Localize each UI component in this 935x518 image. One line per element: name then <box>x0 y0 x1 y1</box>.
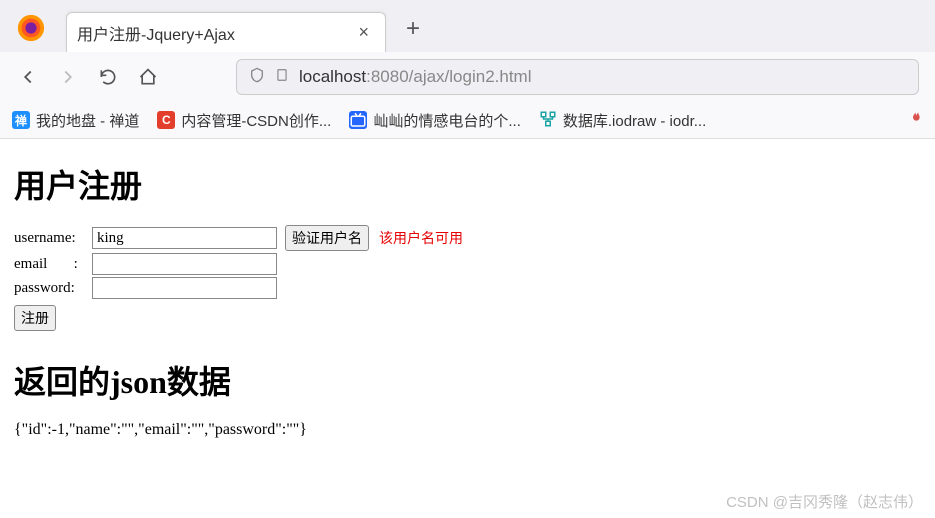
json-heading: 返回的json数据 <box>14 357 921 403</box>
username-status-msg: 该用户名可用 <box>379 228 463 248</box>
bookmark-label: 内容管理-CSDN创作... <box>181 110 331 131</box>
email-input[interactable] <box>92 253 277 275</box>
bookmark-icon: 禅 <box>12 111 30 129</box>
close-tab-icon[interactable]: × <box>352 22 375 43</box>
password-input[interactable] <box>92 277 277 299</box>
bookmark-label: 屾屾的情感电台的个... <box>373 110 521 131</box>
iodraw-icon <box>539 110 557 131</box>
page-content: 用户注册 username: 验证用户名 该用户名可用 email : pass… <box>0 139 935 451</box>
url-text: localhost:8080/ajax/login2.html <box>299 67 532 87</box>
email-label: email : <box>14 256 92 273</box>
bookmark-label: 我的地盘 - 禅道 <box>36 110 139 131</box>
username-label: username: <box>14 230 92 247</box>
back-button[interactable] <box>16 65 40 89</box>
username-input[interactable] <box>92 227 277 249</box>
bookmark-icon: C <box>157 111 175 129</box>
bookmarks-bar: 禅 我的地盘 - 禅道 C 内容管理-CSDN创作... 屾屾的情感电台的个..… <box>0 102 935 138</box>
bookmark-item[interactable]: 禅 我的地盘 - 禅道 <box>12 110 139 131</box>
reload-button[interactable] <box>96 65 120 89</box>
bookmark-item[interactable]: C 内容管理-CSDN创作... <box>157 110 331 131</box>
forward-button[interactable] <box>56 65 80 89</box>
bookmark-label: 数据库.iodraw - iodr... <box>563 110 706 131</box>
firefox-logo-icon <box>16 13 46 43</box>
home-button[interactable] <box>136 65 160 89</box>
register-button[interactable]: 注册 <box>14 305 56 331</box>
new-tab-button[interactable]: + <box>394 15 432 43</box>
bookmark-item[interactable]: 屾屾的情感电台的个... <box>349 110 521 131</box>
flame-icon[interactable] <box>907 108 923 132</box>
bilibili-icon <box>349 111 367 129</box>
browser-tab[interactable]: 用户注册-Jquery+Ajax × <box>66 12 386 52</box>
page-icon <box>275 67 289 87</box>
validate-username-button[interactable]: 验证用户名 <box>285 225 369 251</box>
watermark: CSDN @吉冈秀隆（赵志伟） <box>726 491 923 512</box>
shield-icon <box>249 67 265 88</box>
bookmark-item[interactable]: 数据库.iodraw - iodr... <box>539 110 706 131</box>
tab-title: 用户注册-Jquery+Ajax <box>77 21 352 45</box>
page-heading: 用户注册 <box>14 161 921 207</box>
json-output: {"id":-1,"name":"","email":"","password"… <box>14 421 921 439</box>
password-label: password: <box>14 280 92 297</box>
url-bar[interactable]: localhost:8080/ajax/login2.html <box>236 59 919 95</box>
